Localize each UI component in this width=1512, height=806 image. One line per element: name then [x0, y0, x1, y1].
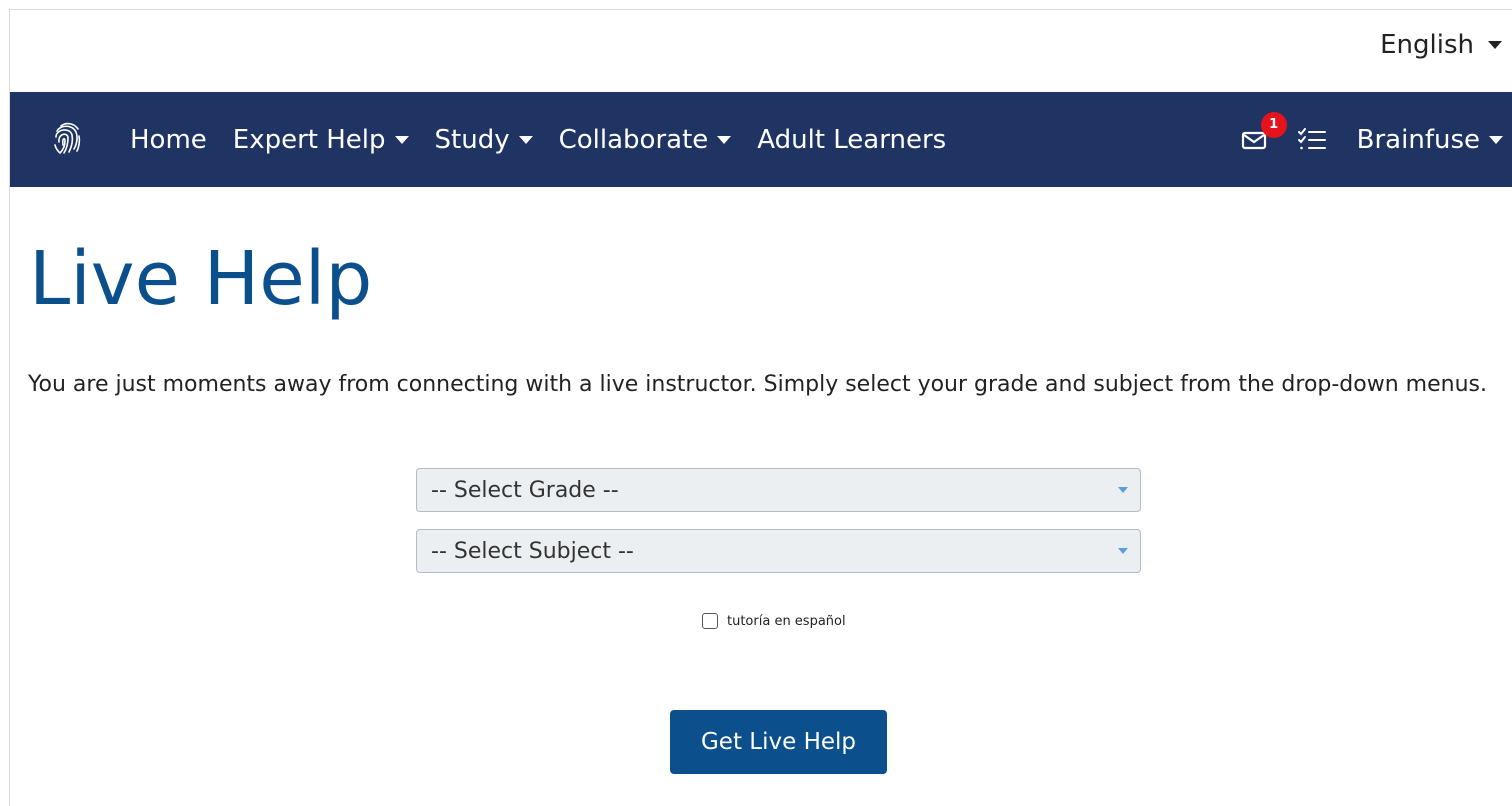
- page-frame: English Home Expert Help Study Collabora…: [9, 9, 1512, 806]
- nav-menu: Home Expert Help Study Collaborate Adult…: [130, 92, 946, 187]
- main-navbar: Home Expert Help Study Collaborate Adult…: [10, 92, 1512, 187]
- nav-item-label: Home: [130, 124, 207, 155]
- nav-item-adult-learners[interactable]: Adult Learners: [757, 125, 946, 155]
- account-label: Brainfuse: [1356, 124, 1480, 155]
- chevron-down-icon: [394, 135, 409, 144]
- chevron-down-icon: [1489, 135, 1503, 144]
- chevron-down-icon: [1488, 41, 1502, 49]
- nav-item-label: Study: [434, 124, 510, 155]
- get-live-help-button[interactable]: Get Live Help: [670, 710, 887, 774]
- spanish-tutoring-checkbox[interactable]: [702, 613, 718, 629]
- dropdown-arrow-icon: [1118, 548, 1128, 554]
- subject-select[interactable]: -- Select Subject --: [416, 529, 1141, 573]
- account-dropdown[interactable]: Brainfuse: [1357, 125, 1503, 155]
- nav-item-label: Adult Learners: [757, 124, 947, 155]
- notification-badge: 1: [1260, 111, 1287, 138]
- mail-button[interactable]: 1: [1241, 111, 1287, 151]
- fingerprint-logo-icon[interactable]: [52, 121, 82, 155]
- nav-utilities: 1 Brainfuse: [1241, 92, 1503, 187]
- nav-item-study[interactable]: Study: [435, 125, 533, 155]
- task-list-icon[interactable]: [1297, 127, 1327, 152]
- grade-select[interactable]: -- Select Grade --: [416, 468, 1141, 512]
- language-dropdown[interactable]: English: [1380, 30, 1502, 60]
- nav-item-collaborate[interactable]: Collaborate: [559, 125, 732, 155]
- intro-text: You are just moments away from connectin…: [28, 372, 1487, 397]
- nav-item-label: Collaborate: [558, 124, 709, 155]
- nav-item-label: Expert Help: [232, 124, 386, 155]
- language-bar: English: [10, 10, 1512, 92]
- dropdown-arrow-icon: [1118, 487, 1128, 493]
- nav-item-expert-help[interactable]: Expert Help: [233, 125, 409, 155]
- chevron-down-icon: [717, 135, 732, 144]
- subject-select-value: -- Select Subject --: [431, 538, 634, 564]
- chevron-down-icon: [518, 135, 533, 144]
- nav-item-home[interactable]: Home: [130, 125, 207, 155]
- language-label: English: [1380, 30, 1474, 60]
- grade-select-value: -- Select Grade --: [431, 477, 619, 503]
- spanish-tutoring-label[interactable]: tutoría en español: [727, 614, 846, 629]
- page-title: Live Help: [29, 236, 373, 322]
- spanish-tutoring-option: tutoría en español: [702, 613, 846, 629]
